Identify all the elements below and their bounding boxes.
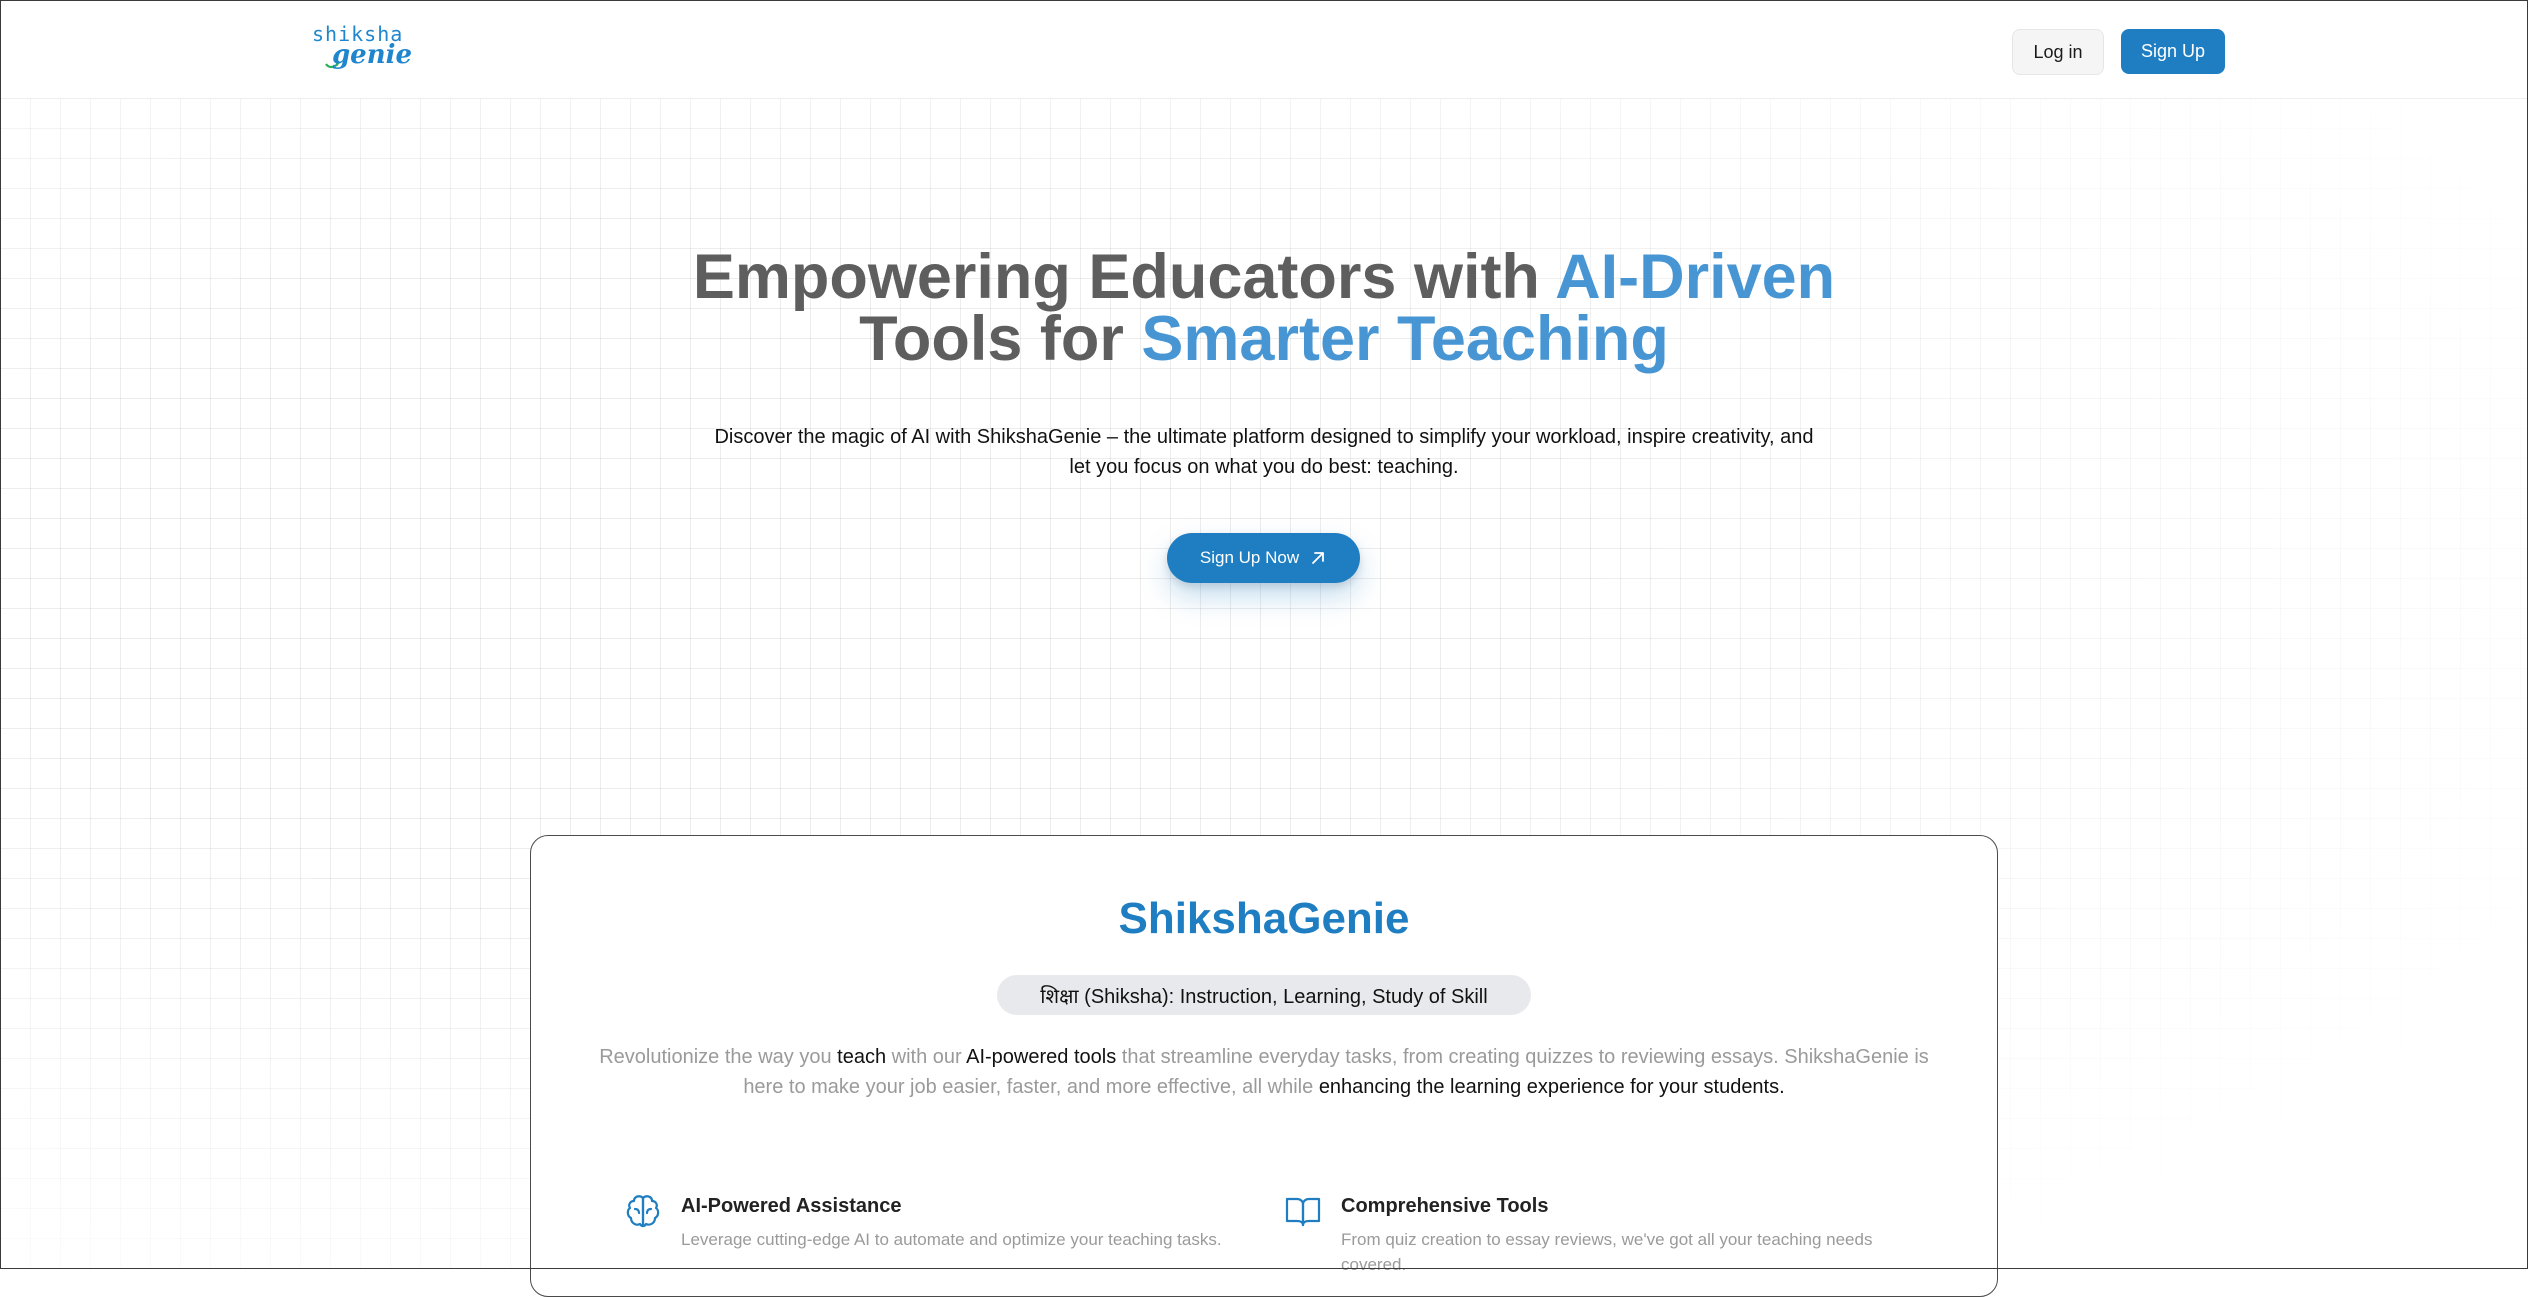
- cta-label: Sign Up Now: [1199, 548, 1300, 567]
- meaning-pill: शिक्षा (Shiksha): Instruction, Learning,…: [997, 975, 1531, 1015]
- desc-tools: AI-powered tools: [966, 1046, 1117, 1068]
- feature-text: From quiz creation to essay reviews, we'…: [1341, 1230, 1873, 1274]
- feature-title: Comprehensive Tools: [1341, 1195, 1549, 1217]
- desc-text-1: Revolutionize the way you: [599, 1046, 838, 1068]
- top-navbar: shiksha genie Log in Sign Up: [0, 0, 2528, 99]
- brain-icon: [626, 1195, 660, 1228]
- shikshagenie-logo[interactable]: shiksha genie: [312, 22, 412, 72]
- hero-title-accent1: AI-Driven: [1555, 242, 1836, 312]
- desc-enhance: enhancing the learning experience for yo…: [1318, 1076, 1785, 1098]
- hero-title-part1: Empowering Educators with: [692, 242, 1556, 312]
- sign-up-now-button[interactable]: Sign Up Now: [1167, 533, 1360, 583]
- signup-button[interactable]: Sign Up: [2121, 29, 2225, 74]
- hero-title-accent2: Smarter Teaching: [1141, 304, 1669, 374]
- arrow-up-right-icon: [1312, 552, 1325, 564]
- login-button[interactable]: Log in: [2012, 29, 2104, 75]
- hero-title-part2: Tools for: [859, 304, 1142, 374]
- logo-text-bottom: genie: [332, 40, 413, 70]
- about-description: Revolutionize the way you teach with our…: [591, 1042, 1937, 1102]
- feature-title: AI-Powered Assistance: [681, 1195, 902, 1217]
- feature-text: Leverage cutting-edge AI to automate and…: [681, 1230, 1222, 1249]
- desc-text-2: with our: [886, 1046, 967, 1068]
- desc-teach: teach: [837, 1046, 887, 1068]
- book-open-icon: [1285, 1197, 1321, 1227]
- about-card: ShikshaGenie शिक्षा (Shiksha): Instructi…: [530, 835, 1998, 1297]
- about-title: ShikshaGenie: [1118, 894, 1410, 943]
- hero-description: Discover the magic of AI with ShikshaGen…: [714, 426, 1814, 478]
- hero-title: Empowering Educators with AI-Driven Tool…: [0, 246, 2528, 371]
